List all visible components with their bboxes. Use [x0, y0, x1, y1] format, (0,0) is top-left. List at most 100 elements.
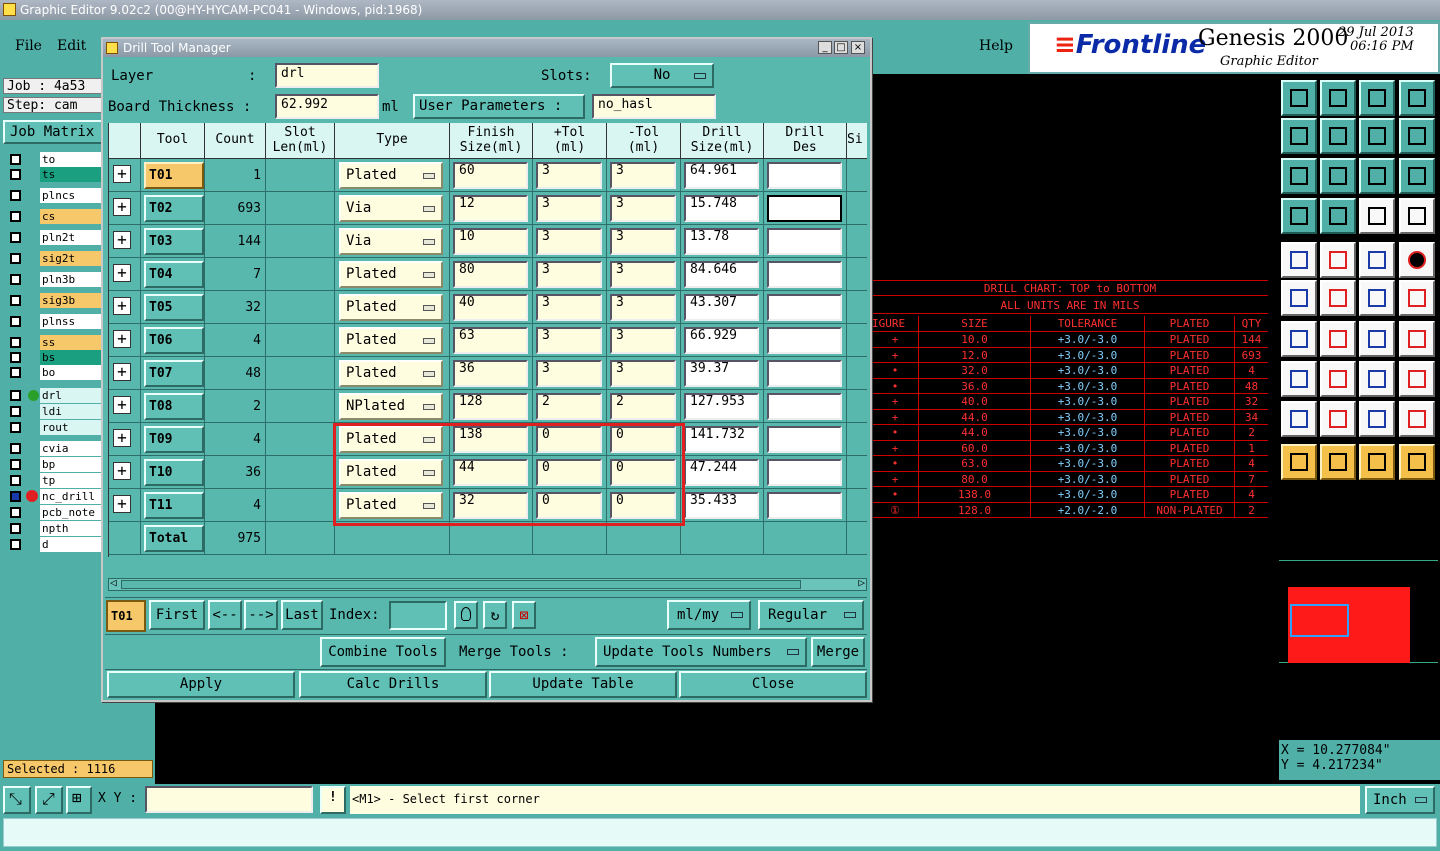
command-line[interactable] — [3, 818, 1437, 847]
layer-row-cvia[interactable]: cvia — [4, 441, 102, 457]
help-icon[interactable] — [1399, 158, 1435, 194]
drill-size-input[interactable]: 15.748 — [684, 195, 759, 222]
layer-row-to[interactable]: to — [4, 152, 102, 168]
tool-button[interactable]: T11 — [144, 492, 204, 519]
layer-checkbox[interactable] — [10, 475, 21, 486]
tool-button[interactable]: T07 — [144, 360, 204, 387]
open-job-icon[interactable] — [1281, 80, 1317, 116]
layer-checkbox[interactable] — [10, 274, 21, 285]
finish-size-input[interactable]: 80 — [453, 261, 528, 288]
xy-input[interactable] — [145, 786, 313, 813]
layer-row-sig2t[interactable]: sig2t — [4, 251, 102, 267]
type-select[interactable]: Plated — [339, 294, 443, 321]
menu-help[interactable]: Help — [979, 38, 1013, 54]
minus-tol-input[interactable]: 3 — [610, 261, 676, 288]
drill-size-input[interactable]: 141.732 — [684, 426, 759, 453]
layer-checkbox[interactable] — [10, 337, 21, 348]
drill-size-input[interactable]: 35.433 — [684, 492, 759, 519]
layer-checkbox[interactable] — [10, 190, 21, 201]
minus-tol-input[interactable]: 3 — [610, 294, 676, 321]
drill-des-input[interactable] — [767, 162, 842, 189]
finish-size-input[interactable]: 60 — [453, 162, 528, 189]
combine-tools-button[interactable]: Combine Tools — [320, 637, 446, 667]
triangle-b-icon[interactable] — [1320, 401, 1356, 437]
layer-checkbox[interactable] — [10, 390, 21, 401]
drill-des-input[interactable] — [767, 492, 842, 519]
plus-tol-input[interactable]: 3 — [536, 228, 602, 255]
menu-edit[interactable]: Edit — [57, 38, 86, 54]
finish-size-input[interactable]: 40 — [453, 294, 528, 321]
expand-plus-icon[interactable]: + — [113, 198, 131, 216]
layer-checkbox[interactable] — [10, 443, 21, 454]
tool-button[interactable]: T01 — [144, 162, 204, 189]
type-select[interactable]: Plated — [339, 162, 443, 189]
expand-plus-icon[interactable]: + — [113, 330, 131, 348]
view-window[interactable] — [1290, 604, 1349, 637]
maximize-icon[interactable]: □ — [834, 41, 848, 54]
layer-row-bo[interactable]: bo — [4, 365, 102, 381]
snap-icon[interactable] — [1281, 198, 1317, 234]
layer-checkbox[interactable] — [10, 459, 21, 470]
tool-button[interactable]: T10 — [144, 459, 204, 486]
type-select[interactable]: Via — [339, 195, 443, 222]
expand-plus-icon[interactable]: + — [113, 231, 131, 249]
type-select[interactable]: Plated — [339, 327, 443, 354]
apply-button[interactable]: Apply — [107, 671, 295, 698]
delete-icon[interactable] — [1320, 280, 1356, 316]
layer-display-icon[interactable] — [1359, 198, 1395, 234]
tool-button[interactable]: T02 — [144, 195, 204, 222]
drill-size-input[interactable]: 43.307 — [684, 294, 759, 321]
plus-tol-input[interactable]: 3 — [536, 327, 602, 354]
layer-checkbox[interactable] — [10, 507, 21, 518]
close-button[interactable]: Close — [679, 671, 867, 698]
layer-row-ldi[interactable]: ldi — [4, 404, 102, 420]
grid-snap-icon[interactable]: ⊞ — [66, 786, 92, 814]
update-tools-numbers-select[interactable]: Update Tools Numbers — [595, 637, 807, 667]
drill-size-input[interactable]: 127.953 — [684, 393, 759, 420]
layer-row-npth[interactable]: npth — [4, 521, 102, 537]
unit-select[interactable]: Inch — [1365, 786, 1435, 814]
slots-select[interactable]: No — [610, 63, 714, 88]
layer-checkbox[interactable] — [10, 491, 21, 502]
finish-size-input[interactable]: 63 — [453, 327, 528, 354]
layer-row-tp[interactable]: tp — [4, 473, 102, 489]
copy-icon[interactable] — [1399, 280, 1435, 316]
drill-size-input[interactable]: 13.78 — [684, 228, 759, 255]
minus-tol-input[interactable]: 2 — [610, 393, 676, 420]
finish-size-input[interactable]: 12 — [453, 195, 528, 222]
plus-tol-input[interactable]: 3 — [536, 360, 602, 387]
minus-tol-input[interactable]: 3 — [610, 195, 676, 222]
drill-icon[interactable] — [1281, 361, 1317, 397]
expand-plus-icon[interactable]: + — [113, 297, 131, 315]
select-pointer-icon[interactable] — [1359, 444, 1395, 480]
layer-row-d[interactable]: d — [4, 537, 102, 553]
layer-row-cs[interactable]: cs — [4, 209, 102, 225]
calc-drills-button[interactable]: Calc Drills — [299, 671, 487, 698]
drill-des-input[interactable] — [767, 195, 842, 222]
plus-tol-input[interactable]: 3 — [536, 195, 602, 222]
cancel-icon[interactable]: ⊠ — [512, 601, 536, 629]
board-thickness-field[interactable]: 62.992 — [275, 94, 379, 119]
layer-row-ss[interactable]: ss — [4, 335, 102, 351]
cut-icon[interactable] — [1320, 361, 1356, 397]
tool-button[interactable]: T06 — [144, 327, 204, 354]
zoom-fit-icon[interactable]: ⤡ — [3, 786, 31, 814]
prev-button[interactable]: <-- — [208, 600, 242, 630]
zoom-in-icon[interactable] — [1281, 118, 1317, 154]
measure-icon[interactable] — [1359, 361, 1395, 397]
layer-row-pln2t[interactable]: pln2t — [4, 230, 102, 246]
window-icon[interactable] — [1399, 80, 1435, 116]
layer-checkbox[interactable] — [10, 316, 21, 327]
expand-plus-icon[interactable]: + — [113, 429, 131, 447]
mode-select[interactable]: Regular — [758, 600, 864, 630]
job-matrix-button[interactable]: Job Matrix — [3, 120, 103, 144]
drill-des-input[interactable] — [767, 327, 842, 354]
tool-button[interactable]: T04 — [144, 261, 204, 288]
layer-row-bs[interactable]: bs — [4, 350, 102, 366]
layer-row-plnss[interactable]: plnss — [4, 314, 102, 330]
ruler-icon[interactable] — [1359, 242, 1395, 278]
drill-des-input[interactable] — [767, 426, 842, 453]
plus-tol-input[interactable]: 3 — [536, 261, 602, 288]
expand-plus-icon[interactable]: + — [113, 363, 131, 381]
minus-tol-input[interactable]: 3 — [610, 327, 676, 354]
